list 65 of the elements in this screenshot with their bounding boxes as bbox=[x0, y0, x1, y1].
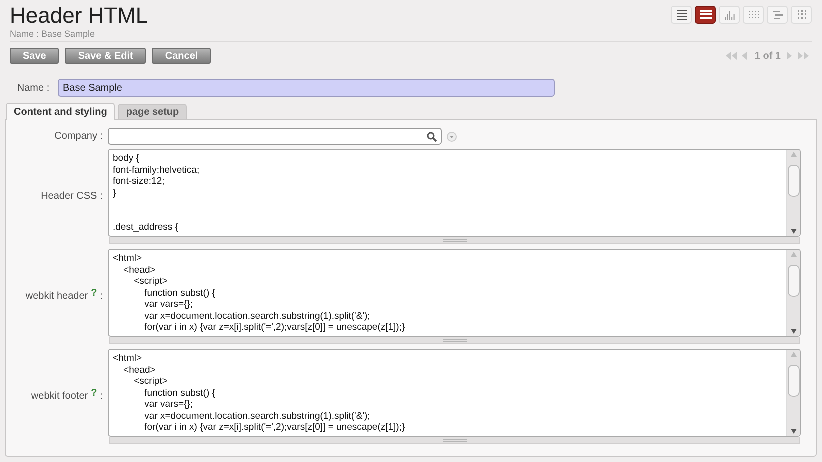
code-line: .dest_address { bbox=[113, 222, 180, 234]
scroll-thumb[interactable] bbox=[788, 364, 800, 396]
code-line: <head> bbox=[122, 364, 157, 376]
resize-handle[interactable] bbox=[109, 237, 800, 244]
field-label: Name : bbox=[16, 82, 51, 96]
label-colon: : bbox=[100, 290, 103, 304]
code-line: var x=document.location.search.substring(1).split('&'); bbox=[144, 310, 372, 322]
field-label: webkit footer bbox=[31, 390, 88, 404]
code-line: body { bbox=[113, 153, 140, 164]
code-line: <script> bbox=[133, 276, 169, 288]
scroll-thumb[interactable] bbox=[788, 264, 800, 296]
label-colon: : bbox=[100, 190, 103, 204]
code-line: font-family:helvetica; bbox=[113, 164, 201, 176]
code-line: var vars={}; bbox=[144, 399, 194, 410]
scroll-up-icon[interactable] bbox=[790, 252, 796, 257]
tab[interactable]: page setup bbox=[118, 104, 188, 119]
action-button[interactable]: Cancel bbox=[152, 48, 212, 64]
list-view-icon bbox=[674, 8, 688, 22]
scrollbar[interactable] bbox=[786, 250, 800, 336]
page-title: Header HTML bbox=[10, 3, 148, 29]
code-line: font-size:12; bbox=[113, 176, 166, 188]
action-button[interactable]: Save & Edit bbox=[65, 48, 146, 64]
help-mark[interactable]: ? bbox=[91, 286, 98, 301]
tab[interactable]: Content and styling bbox=[6, 103, 116, 120]
form-view-icon bbox=[698, 8, 712, 22]
first-page-icon[interactable] bbox=[726, 51, 738, 61]
field-label: webkit header bbox=[26, 290, 88, 304]
company-field[interactable] bbox=[108, 128, 442, 145]
pager-text: 1 of 1 bbox=[754, 50, 781, 64]
resize-handle[interactable] bbox=[109, 437, 800, 444]
code-line: } bbox=[113, 188, 118, 199]
code-line: <head> bbox=[122, 264, 157, 276]
breadcrumb: Name : Base Sample bbox=[10, 29, 96, 39]
code-line: var x=document.location.search.substring(1).split('&'); bbox=[144, 410, 372, 422]
label-colon: : bbox=[100, 390, 103, 404]
next-page-icon[interactable] bbox=[787, 51, 794, 61]
code-line: <script> bbox=[133, 376, 169, 388]
scroll-up-icon[interactable] bbox=[790, 352, 796, 357]
help-mark[interactable]: ? bbox=[91, 386, 98, 401]
scrollbar[interactable] bbox=[786, 150, 800, 236]
last-page-icon[interactable] bbox=[798, 51, 810, 61]
scroll-up-icon[interactable] bbox=[790, 152, 796, 157]
code-editor[interactable]: <html> <head> <script> function subst() { var vars={}; var x=document.location.search.substring(1).split('&'); for(var i in x) {var z=x[i].split('=',2);vars[z[0]] = unescape(z[1]);} bbox=[108, 249, 801, 337]
code-line: <html> bbox=[113, 253, 144, 264]
field-label: Header CSS bbox=[41, 190, 98, 204]
name-field[interactable]: Base Sample bbox=[58, 79, 555, 97]
code-editor[interactable]: <html> <head> <script> function subst() { var vars={}; var x=document.location.search.substring(1).split('&'); for(var i in x) {var z=x[i].split('=',2);vars[z[0]] = unescape(z[1]);} bbox=[108, 349, 801, 437]
action-button[interactable]: Save bbox=[10, 48, 60, 64]
scroll-thumb[interactable] bbox=[788, 164, 800, 196]
code-line: function subst() { bbox=[144, 288, 216, 299]
view-switch-button[interactable] bbox=[695, 6, 716, 24]
code-line: for(var i in x) {var z=x[i].split('=',2);vars[z[0]] = unescape(z[1]);} bbox=[144, 322, 406, 334]
code-editor[interactable]: body { font-family:helvetica; font-size:12; } .dest_address { bbox=[108, 149, 801, 237]
previous-page-icon[interactable] bbox=[742, 51, 749, 61]
dropdown-icon[interactable] bbox=[447, 132, 457, 142]
scrollbar[interactable] bbox=[786, 350, 800, 436]
resize-handle[interactable] bbox=[109, 337, 800, 344]
code-line: for(var i in x) {var z=x[i].split('=',2);vars[z[0]] = unescape(z[1]);} bbox=[144, 422, 406, 434]
code-line: function subst() { bbox=[144, 388, 216, 399]
field-label: Company : bbox=[54, 130, 104, 144]
search-icon bbox=[427, 132, 437, 142]
graph-view-icon bbox=[722, 8, 736, 22]
code-line: var vars={}; bbox=[144, 299, 194, 310]
gantt-view-icon bbox=[770, 8, 784, 22]
code-line: <html> bbox=[113, 353, 144, 364]
